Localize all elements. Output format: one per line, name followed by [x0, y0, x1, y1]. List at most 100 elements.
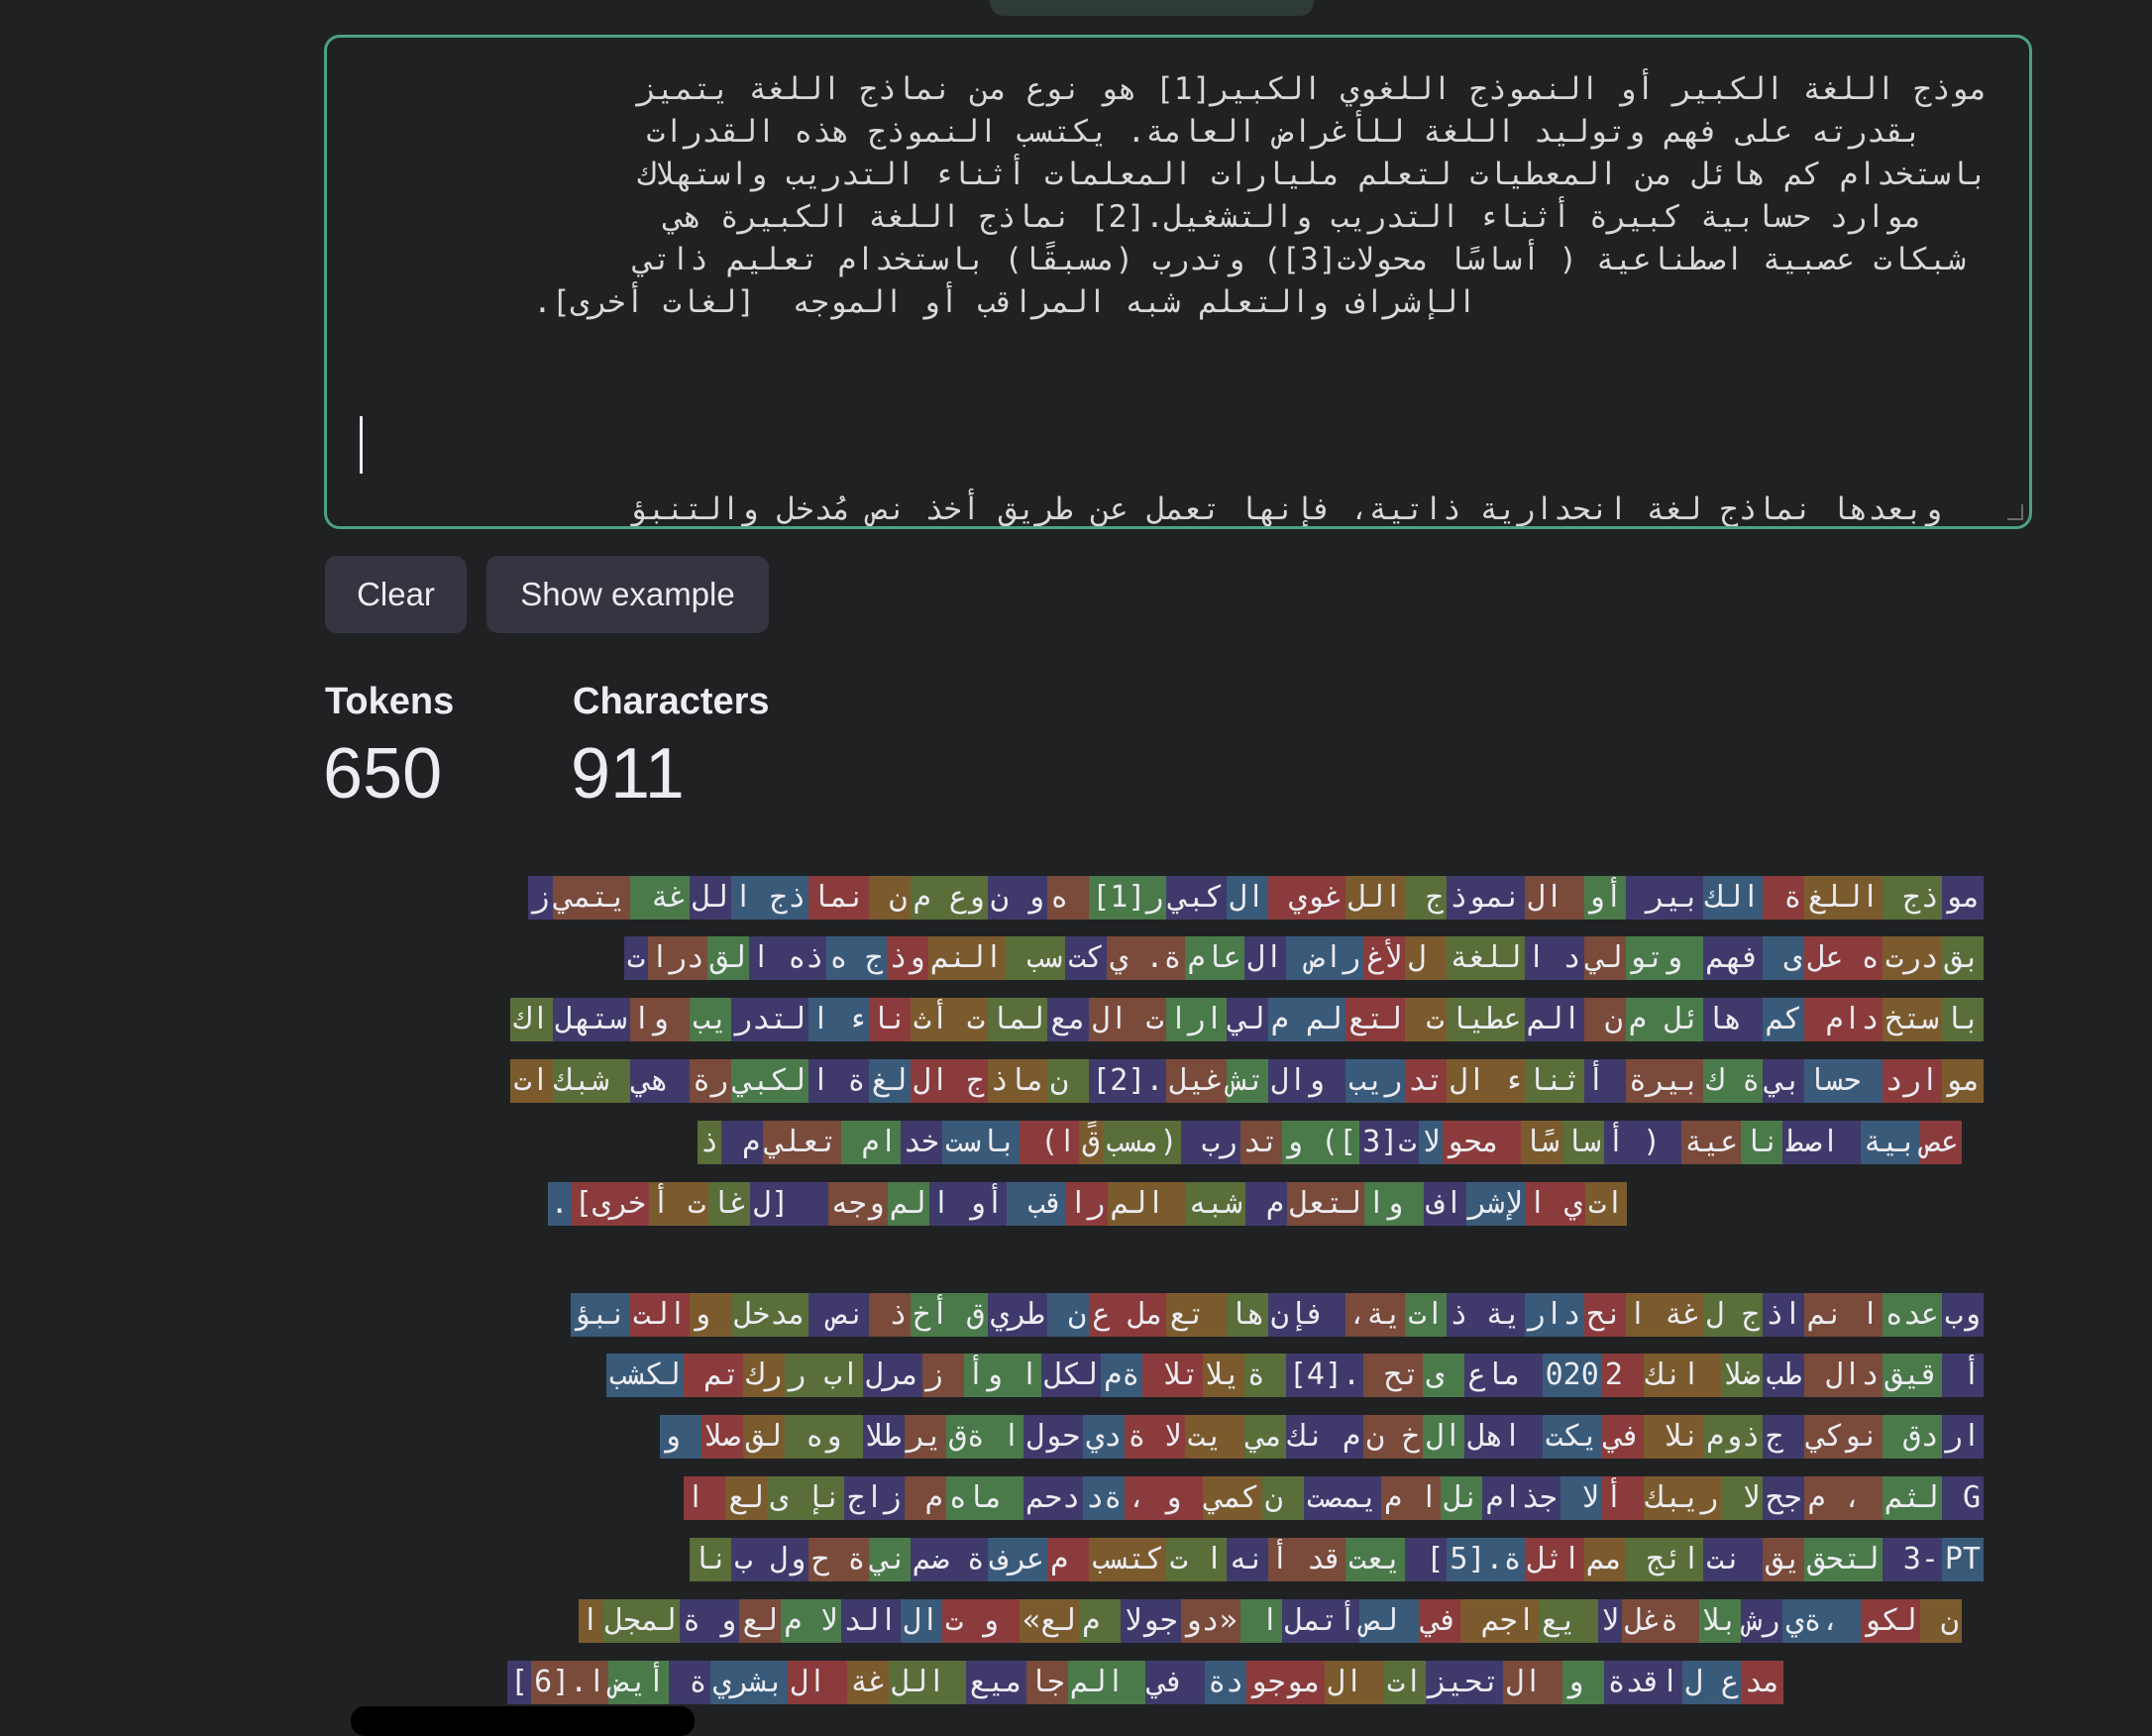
- top-tab-pill[interactable]: [990, 0, 1314, 16]
- token: [ل: [750, 1182, 828, 1226]
- token: نت: [1703, 1538, 1764, 1581]
- token: الم: [1067, 1661, 1145, 1704]
- token: وذ: [886, 936, 928, 980]
- token: يكت: [1542, 1415, 1602, 1459]
- token: لم م: [1267, 998, 1345, 1041]
- token: و: [689, 1293, 732, 1337]
- token: دحم: [1023, 1476, 1084, 1520]
- token: لتعل: [1286, 1182, 1365, 1226]
- token: تش: [1226, 1059, 1268, 1103]
- token: م: [1079, 1599, 1122, 1643]
- token: ة: [668, 1661, 710, 1704]
- token: مي: [1243, 1415, 1286, 1459]
- editor-line: باستخدام كم هائل من المعطيات لتعلم مليار…: [637, 157, 1988, 192]
- token: غة ا: [1625, 1293, 1704, 1337]
- editor-line: شبكات عصبية اصطناعية ( أساسًا محولات[3])…: [634, 242, 1966, 277]
- token: تلا: [1142, 1354, 1203, 1397]
- token: في: [1601, 1415, 1644, 1459]
- token: مل ع: [1089, 1293, 1167, 1337]
- token: ريب: [1345, 1059, 1406, 1103]
- token: وا: [1364, 1182, 1425, 1226]
- token: ت أ: [648, 1182, 709, 1226]
- token: ة. ي: [1107, 936, 1185, 980]
- token: تح: [1363, 1354, 1424, 1397]
- token: في: [1145, 1661, 1206, 1704]
- clear-button[interactable]: Clear: [325, 556, 467, 633]
- token: ز: [528, 876, 553, 920]
- token: لص: [1359, 1599, 1420, 1643]
- token: أ: [1601, 1476, 1644, 1520]
- token: ي ا: [1525, 1182, 1585, 1226]
- token: با: [1941, 998, 1984, 1041]
- token: ات: [1405, 1293, 1448, 1337]
- token: ها: [1703, 998, 1764, 1041]
- token: ال: [1423, 1415, 1465, 1459]
- token: .[2]: [1089, 1059, 1167, 1103]
- token: النم: [927, 936, 1006, 980]
- text-input-area[interactable]: موذج اللغة الكبير أو النموذج اللغوي الكب…: [324, 35, 2032, 529]
- token: ئل م: [1625, 998, 1704, 1041]
- token: غوي: [1267, 876, 1345, 920]
- token: دال: [1804, 1354, 1883, 1397]
- token: حسا: [1804, 1059, 1883, 1103]
- token: لا م: [781, 1599, 841, 1643]
- token: رب: [1180, 1121, 1240, 1164]
- token: الك: [1703, 876, 1764, 920]
- token: باست: [941, 1121, 1021, 1164]
- token: نما: [808, 876, 869, 920]
- token: اقدة: [1604, 1661, 1682, 1704]
- token: ال: [1503, 1661, 1563, 1704]
- token: كتسب: [1089, 1538, 1167, 1581]
- show-example-button[interactable]: Show example: [486, 556, 769, 633]
- token: ة ح: [808, 1538, 869, 1581]
- resize-handle[interactable]: [2007, 504, 2023, 520]
- token: جا: [1025, 1661, 1068, 1704]
- token: نوكي: [1804, 1415, 1883, 1459]
- token: لم: [887, 1182, 929, 1226]
- token: ا: [578, 1599, 602, 1643]
- token: لل: [689, 876, 732, 920]
- token: م: [1244, 1182, 1287, 1226]
- token: فهم: [1703, 936, 1764, 980]
- token: (مسب: [1103, 1121, 1181, 1164]
- token: راض: [1285, 936, 1364, 980]
- token: شبك: [552, 1059, 630, 1103]
- token: رة: [689, 1059, 732, 1103]
- token: ها: [1226, 1293, 1268, 1337]
- token: ائج: [1625, 1538, 1704, 1581]
- token: -3: [1882, 1538, 1942, 1581]
- token: ت ال: [1089, 998, 1167, 1041]
- token: لأغ: [1363, 936, 1406, 980]
- token: أيض: [608, 1661, 669, 1704]
- token: ت[3: [1359, 1121, 1420, 1164]
- token-line: PT -3 لتحق يق نت ائج مم اثل ة.[5] يعت قد أ نه ا …: [355, 1538, 1984, 1581]
- token-line: ار دق نوكي ج ذوم نلا في يكت اهل ال خ نم نك مي ي…: [355, 1415, 1984, 1459]
- token: فإن: [1267, 1293, 1345, 1337]
- editor-line: وبعدها نماذج لغة انحدارية ذاتية، فإنها ت…: [628, 491, 1942, 527]
- token: ء ال: [1447, 1059, 1525, 1103]
- token: ج: [1405, 876, 1448, 920]
- token: نلا: [1643, 1415, 1704, 1459]
- token: عطيا: [1447, 998, 1525, 1041]
- token: لي: [1226, 998, 1268, 1041]
- token: جولا: [1121, 1599, 1181, 1643]
- token: بيرة: [1625, 1059, 1704, 1103]
- token: لي: [1583, 936, 1626, 980]
- token: الم: [1108, 1182, 1186, 1226]
- token: ه عل: [1804, 936, 1883, 980]
- token: ضلا: [1721, 1354, 1764, 1397]
- token: ]: [1405, 1538, 1448, 1581]
- token: ماع: [1464, 1354, 1543, 1397]
- token: نه: [1226, 1538, 1268, 1581]
- token: خرى]: [571, 1182, 649, 1226]
- token: حول: [1023, 1415, 1084, 1459]
- token-line: بق درت ه عل ى فهم وتو لي د ا للغة ل لأغ راض ال عا…: [355, 936, 1984, 980]
- token: لإشر: [1465, 1182, 1526, 1226]
- token: أ: [1583, 1059, 1626, 1103]
- token: محو: [1443, 1121, 1521, 1164]
- token: ة: [1243, 1354, 1286, 1397]
- token: ذج ا: [731, 876, 809, 920]
- token: الد: [840, 1599, 901, 1643]
- token: رش: [1741, 1599, 1783, 1643]
- token: لق: [743, 1415, 786, 1459]
